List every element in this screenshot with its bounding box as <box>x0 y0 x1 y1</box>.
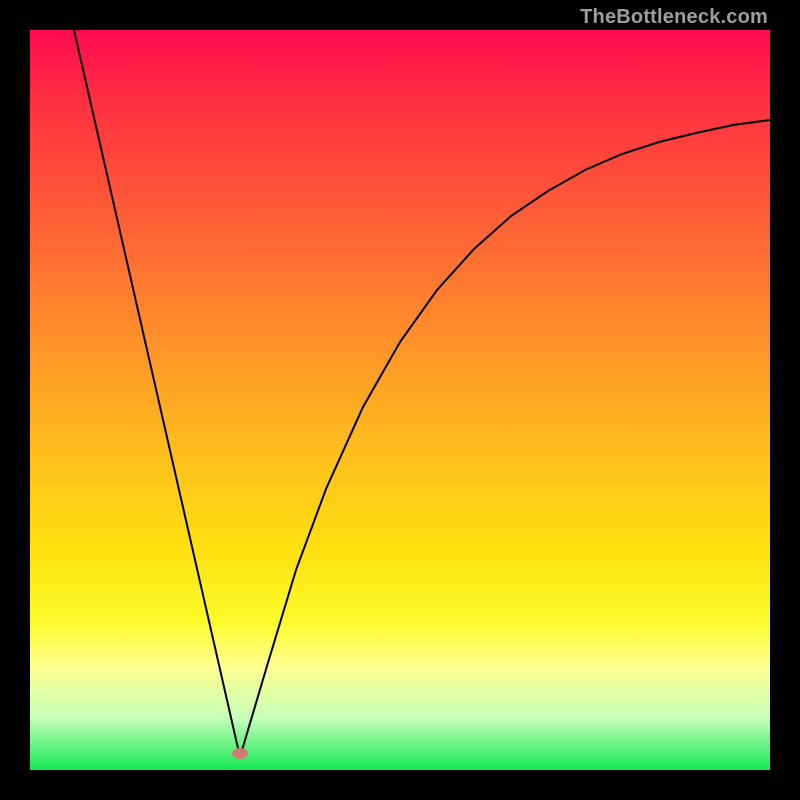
watermark-label: TheBottleneck.com <box>580 6 768 29</box>
curve-left-branch <box>74 30 240 757</box>
chart-frame: TheBottleneck.com <box>0 0 800 800</box>
bottleneck-curve <box>30 30 770 770</box>
plot-area <box>30 30 770 770</box>
curve-right-branch <box>240 120 770 757</box>
minimum-marker <box>232 748 248 759</box>
